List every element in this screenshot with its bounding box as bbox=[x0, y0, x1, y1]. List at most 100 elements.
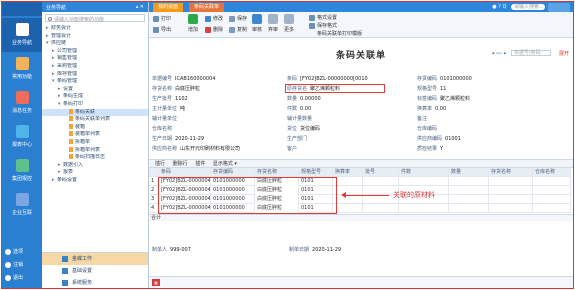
field-wh_code[interactable]: 仓库编码 bbox=[417, 125, 440, 133]
document-icon bbox=[69, 131, 73, 137]
pager-arrows[interactable]: ◂ ◃ ▹ ▸ bbox=[492, 51, 507, 57]
nav-tree-item[interactable]: 装箱单列表 bbox=[42, 131, 148, 139]
nav-tree-item[interactable]: 拆箱单列表 bbox=[42, 146, 148, 155]
grid-column-header[interactable]: 规格型号 bbox=[299, 168, 333, 177]
audit-button[interactable]: 审核 bbox=[249, 14, 265, 33]
field-barcode[interactable]: 条码 [FY02]BZL-00000000[0010 bbox=[287, 75, 368, 83]
nav-footer-system[interactable]: 系统服务 bbox=[42, 277, 148, 288]
audit-icon bbox=[252, 14, 262, 24]
export-button[interactable]: 导出 bbox=[153, 26, 171, 34]
rail-item-2[interactable]: 消息任务 bbox=[2, 86, 42, 120]
help-icon[interactable]: ? bbox=[498, 4, 501, 10]
field-pieces[interactable]: 件数 0.00 bbox=[287, 105, 311, 113]
rail-item-3[interactable]: 报表中心 bbox=[2, 120, 42, 154]
plugin-button[interactable]: 插件 bbox=[195, 160, 205, 168]
nav-tree-item[interactable]: ▸ 管理会计 bbox=[42, 33, 148, 41]
nav-search-input[interactable]: 请输入功能搜索的功能 bbox=[45, 14, 145, 23]
grid-column-header[interactable]: 批号 bbox=[363, 168, 399, 177]
unaudit-button[interactable]: 弃审 bbox=[265, 14, 281, 33]
field-inv_name[interactable]: 存货名称 白底压胖粒 bbox=[152, 85, 200, 93]
nav-tree-item[interactable]: ▸ 销售管理 bbox=[42, 55, 148, 63]
display-format-select[interactable]: 显示格式 ▾ bbox=[213, 160, 237, 168]
table-cell-empty bbox=[449, 195, 489, 204]
nav-tree-item[interactable]: ▾ 条码打印 bbox=[42, 101, 148, 109]
grid-column-header[interactable] bbox=[149, 168, 159, 177]
delete-button[interactable]: 删除 bbox=[205, 26, 223, 34]
add-button[interactable]: 增加 bbox=[185, 14, 201, 33]
nav-tree-item[interactable]: ▾ 供应链 bbox=[42, 40, 148, 48]
nav-tree-item[interactable]: 拆箱单 bbox=[42, 138, 148, 147]
top-search-input[interactable]: 请输入搜索... bbox=[511, 3, 545, 10]
nav-tree-item[interactable]: 装箱 bbox=[42, 123, 148, 132]
field-cust[interactable]: 客户 bbox=[287, 145, 300, 153]
nav-tree-item[interactable]: ▸ 采购管理 bbox=[42, 63, 148, 71]
field-memo[interactable]: 备注 bbox=[417, 115, 430, 123]
nav-tree-item[interactable]: ▸ 条码生成 bbox=[42, 93, 148, 101]
delete-row-button[interactable]: 删除行 bbox=[173, 160, 188, 168]
nav-footer-work[interactable]: 金蝶工作 bbox=[42, 253, 148, 265]
field-doc_no[interactable]: 单据编号 ICAB160000004 bbox=[152, 75, 215, 83]
field-unit[interactable]: 主计量单位吨 bbox=[152, 105, 185, 113]
nav-tree-item[interactable]: ▸ 公司管理 bbox=[42, 48, 148, 56]
nav-tree-item[interactable]: 条码关联单列表 bbox=[42, 116, 148, 124]
field-dept[interactable]: 生产部门 bbox=[287, 135, 310, 143]
exit-button[interactable]: 退出 bbox=[5, 274, 23, 281]
format-settings-button[interactable]: 格式设置 bbox=[309, 14, 337, 22]
save-format-button[interactable]: 保存格式 bbox=[309, 22, 337, 30]
rail-item-0[interactable]: 业务导航 bbox=[2, 18, 42, 52]
nav-tree-item[interactable]: ▸ 报表 bbox=[42, 169, 148, 177]
print-template-select[interactable]: 条码关联单打印模版 bbox=[317, 30, 362, 38]
pager-search-input[interactable]: 单据号/条码 bbox=[511, 50, 551, 56]
grid-column-header[interactable]: 数量 bbox=[449, 168, 489, 177]
field-aux_qty[interactable]: 辅计量数量 bbox=[287, 115, 315, 123]
print-button[interactable]: 打印 bbox=[153, 15, 171, 23]
field-qc[interactable]: 质检结果 Y bbox=[417, 145, 443, 153]
copy-button[interactable]: 复制 bbox=[229, 26, 247, 34]
field-tag[interactable]: 标签编码 聚乙烯颗粒料 bbox=[417, 95, 470, 103]
grid-column-header[interactable]: 仓库名称 bbox=[533, 168, 571, 177]
nav-tree-item[interactable]: ▾ 条码管理 bbox=[42, 78, 148, 86]
more-button[interactable]: 更多 bbox=[281, 14, 297, 33]
field-loc[interactable]: 货位 货位编码 bbox=[287, 125, 320, 133]
nav-tree-item[interactable]: 条码扫描日志 bbox=[42, 154, 148, 162]
nav-tree-item[interactable]: ▸ 财务会计 bbox=[42, 25, 148, 33]
field-aux_unit[interactable]: 辅计量单位 bbox=[152, 115, 180, 123]
field-qty[interactable]: 数量 0.00000 bbox=[287, 95, 321, 103]
save-button[interactable]: 保存 bbox=[229, 15, 247, 23]
grid-column-header[interactable]: 存货名称 bbox=[255, 168, 299, 177]
nav-pin-icon[interactable]: ▴ ✕ bbox=[136, 4, 144, 10]
nav-tree-item[interactable]: ▸ 数据引入 bbox=[42, 162, 148, 170]
rail-item-4[interactable]: 集团报控 bbox=[2, 154, 42, 188]
field-spec[interactable]: 规格型号 11 bbox=[417, 85, 446, 93]
settings-icon[interactable]: ● bbox=[492, 4, 496, 10]
grid-column-header[interactable]: 存货编码 bbox=[211, 168, 255, 177]
field-batch[interactable]: 生产批号 1102 bbox=[152, 95, 188, 103]
field-rate[interactable]: 换算率 0.00 bbox=[417, 105, 446, 113]
logout-button[interactable]: 注销 bbox=[5, 261, 23, 268]
rail-item-1[interactable]: 常用功能 bbox=[2, 52, 42, 86]
field-inv_code[interactable]: 存货编码 0101000000 bbox=[417, 75, 472, 83]
expand-toggle[interactable]: 展开 bbox=[559, 50, 569, 57]
insert-row-button[interactable]: 插行 bbox=[155, 160, 165, 168]
tab-barcode-relation[interactable]: 条码关联单 bbox=[189, 3, 225, 12]
modify-button[interactable]: 修改 bbox=[205, 15, 223, 23]
grid-column-header[interactable]: 条码 bbox=[159, 168, 211, 177]
user-icon[interactable]: Q bbox=[502, 4, 506, 10]
tab-my-desktop[interactable]: 我的桌面 bbox=[153, 3, 184, 12]
document-icon bbox=[69, 108, 73, 114]
nav-tree-item[interactable]: ▸ 库存管理 bbox=[42, 71, 148, 79]
record-pager: ◂ ◃ ▹ ▸ 单据号/条码 bbox=[492, 50, 551, 57]
field-mfg_date[interactable]: 生产日期 2020-11-29 bbox=[152, 135, 204, 143]
grid-column-header[interactable]: 存货名称 bbox=[489, 168, 533, 177]
nav-tree-item[interactable]: ▸ 设置 bbox=[42, 86, 148, 94]
nav-tree-item[interactable]: ▸ 条码设置 bbox=[42, 177, 148, 185]
nav-tree-item[interactable]: 条码关联 bbox=[42, 108, 148, 117]
field-wh_name[interactable]: 仓库名称 bbox=[152, 125, 175, 133]
grid-column-header[interactable]: 换算率 bbox=[333, 168, 363, 177]
field-sup_name[interactable]: 供应商名称 山东开元印刷材料有限公司 bbox=[152, 145, 240, 153]
nav-footer-basic[interactable]: 基础设置 bbox=[42, 265, 148, 277]
field-sup_code[interactable]: 供应商编码 01001 bbox=[417, 135, 461, 143]
options-button[interactable]: 选项 bbox=[5, 248, 23, 255]
rail-item-5[interactable]: 企业互联 bbox=[2, 188, 42, 222]
grid-column-header[interactable]: 件数 bbox=[399, 168, 449, 177]
